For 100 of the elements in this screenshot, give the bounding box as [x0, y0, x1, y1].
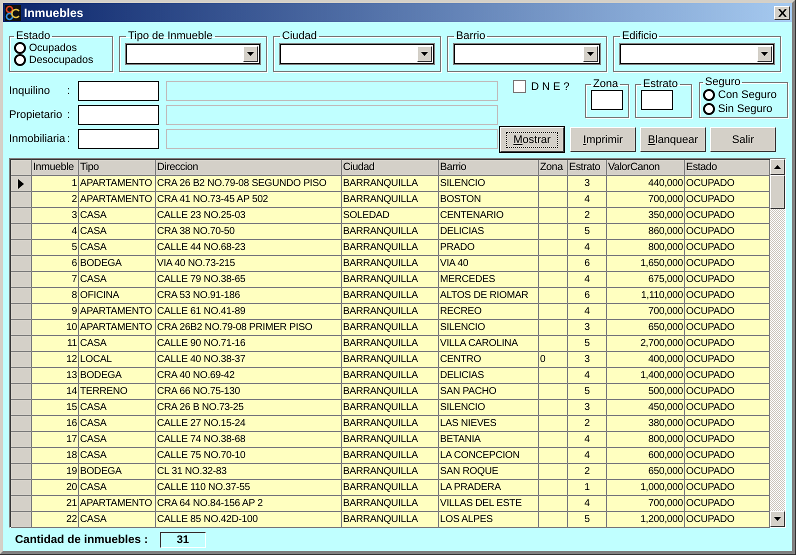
dropdown-field[interactable] [126, 44, 260, 64]
table-cell: 1 [32, 176, 79, 192]
table-cell: 1,400,000 [607, 368, 685, 384]
table-cell: BARRANQUILLA [342, 176, 439, 192]
table-cell: LAS NIEVES [439, 416, 539, 432]
close-button[interactable] [774, 6, 790, 20]
table-cell: CASA [79, 432, 156, 448]
column-header[interactable]: Estado [685, 160, 770, 176]
dropdown-button[interactable] [417, 46, 432, 62]
window-title: Inmuebles [24, 6, 84, 20]
code-field[interactable] [78, 80, 159, 100]
scroll-up-button[interactable] [770, 159, 785, 175]
table-cell: 500,000 [607, 384, 685, 400]
table-cell: CASA [79, 416, 156, 432]
action-button[interactable]: Blanquear [640, 127, 706, 152]
code-field[interactable] [78, 128, 159, 148]
table-cell: 650,000 [607, 464, 685, 480]
action-button[interactable]: Salir [710, 127, 776, 152]
group-label: Estado [15, 30, 52, 42]
row-header[interactable] [11, 176, 32, 192]
column-header[interactable]: Zona [539, 160, 568, 176]
table-cell: 675,000 [607, 272, 685, 288]
dropdown-button[interactable] [757, 46, 772, 62]
table-cell: MERCEDES [439, 272, 539, 288]
table-cell: BARRANQUILLA [342, 400, 439, 416]
table-cell: ALTOS DE RIOMAR [439, 288, 539, 304]
table-cell: OFICINA [79, 288, 156, 304]
table-cell: CASA [79, 448, 156, 464]
radio-option[interactable]: Ocupados [14, 42, 108, 54]
table-cell: 3 [32, 208, 79, 224]
action-button[interactable]: Imprimir [570, 127, 636, 152]
column-header[interactable]: Tipo [79, 160, 156, 176]
dne-checkbox[interactable]: D N E ? [513, 80, 585, 93]
dropdown-field[interactable] [454, 44, 600, 64]
table-cell: 5 [568, 224, 607, 240]
column-header[interactable]: Barrio [439, 160, 539, 176]
table-cell: CALLE 85 NO.42D-100 [156, 512, 342, 528]
table-cell: 3 [568, 400, 607, 416]
table-cell [539, 416, 568, 432]
table-cell: 350,000 [607, 208, 685, 224]
table-cell: VILLAS DEL ESTE [439, 496, 539, 512]
table-cell [539, 464, 568, 480]
table-cell: OCUPADO [685, 320, 770, 336]
table-cell: BARRANQUILLA [342, 192, 439, 208]
table-cell: 860,000 [607, 224, 685, 240]
table-cell: 21 [32, 496, 79, 512]
table-cell: 3 [568, 320, 607, 336]
table-cell: 4 [568, 448, 607, 464]
column-header[interactable]: Direccion [156, 160, 342, 176]
code-field[interactable] [78, 104, 159, 124]
table-cell: 4 [568, 432, 607, 448]
table-cell: OCUPADO [685, 272, 770, 288]
table-cell: CRA 38 NO.70-50 [156, 224, 342, 240]
table-cell: VIA 40 [439, 256, 539, 272]
table-cell: BETANIA [439, 432, 539, 448]
table-cell: 13 [32, 368, 79, 384]
action-button[interactable]: Mostrar [500, 127, 564, 152]
table-cell: BARRANQUILLA [342, 368, 439, 384]
radio-option[interactable]: Desocupados [14, 54, 108, 66]
table-cell: 2 [568, 208, 607, 224]
table-cell: BARRANQUILLA [342, 320, 439, 336]
table-cell: OCUPADO [685, 368, 770, 384]
table-cell: OCUPADO [685, 352, 770, 368]
colon-separator: : [67, 132, 72, 144]
table-cell: 7 [32, 272, 79, 288]
radio-option[interactable]: Sin Seguro [703, 102, 784, 116]
table-cell: 800,000 [607, 240, 685, 256]
table-cell: SOLEDAD [342, 208, 439, 224]
column-header[interactable]: Inmueble [32, 160, 79, 176]
table-cell: OCUPADO [685, 400, 770, 416]
dropdown-field[interactable] [280, 44, 434, 64]
group-label: Zona [592, 78, 620, 90]
table-cell: PRADO [439, 240, 539, 256]
table-cell: CALLE 79 NO.38-65 [156, 272, 342, 288]
vertical-scrollbar[interactable] [770, 159, 785, 527]
dropdown-button[interactable] [243, 46, 258, 62]
dropdown-field[interactable] [620, 44, 774, 64]
table-cell: 3 [568, 352, 607, 368]
column-header[interactable]: Estrato [568, 160, 607, 176]
table-cell: 0 [539, 352, 568, 368]
scroll-thumb[interactable] [770, 175, 785, 209]
table-cell: CASA [79, 512, 156, 528]
zona-field[interactable] [591, 90, 623, 110]
table-cell: 4 [568, 368, 607, 384]
table-cell: CL 31 NO.32-83 [156, 464, 342, 480]
table-cell: TERRENO [79, 384, 156, 400]
column-header[interactable]: ValorCanon [607, 160, 685, 176]
table-cell: CALLE 61 NO.41-89 [156, 304, 342, 320]
table-cell: OCUPADO [685, 224, 770, 240]
table-cell: BARRANQUILLA [342, 272, 439, 288]
table-cell: 16 [32, 416, 79, 432]
radio-option[interactable]: Con Seguro [703, 88, 784, 102]
scroll-down-button[interactable] [770, 511, 785, 527]
table-cell: OCUPADO [685, 336, 770, 352]
table-cell: OCUPADO [685, 176, 770, 192]
table-cell: CALLE 110 NO.37-55 [156, 480, 342, 496]
table-cell: 4 [568, 304, 607, 320]
estrato-field[interactable] [641, 90, 673, 110]
column-header[interactable]: Ciudad [342, 160, 439, 176]
dropdown-button[interactable] [583, 46, 598, 62]
